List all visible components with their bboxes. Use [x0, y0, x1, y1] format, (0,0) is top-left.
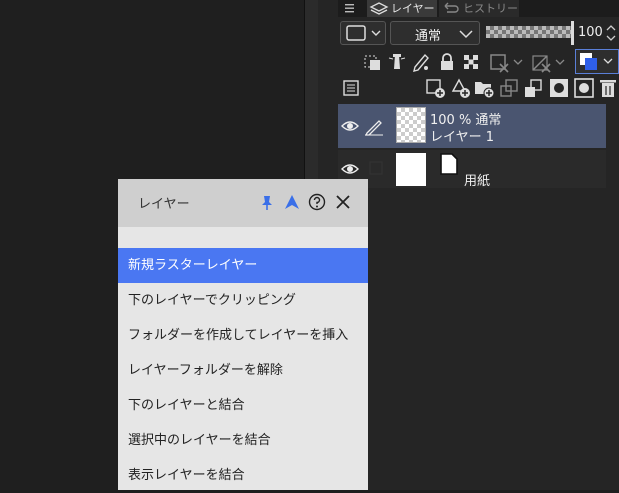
spinner-icon[interactable]	[605, 23, 617, 43]
menu-item-new-raster-layer[interactable]: 新規ラスターレイヤー	[118, 248, 368, 283]
menu-item-create-folder-insert[interactable]: フォルダーを作成してレイヤーを挿入	[118, 318, 368, 353]
tab-layer-label: レイヤー	[391, 2, 435, 15]
paper-icon	[440, 153, 458, 175]
edit-target-box[interactable]	[368, 160, 384, 176]
panel-menu-icon[interactable]	[342, 0, 356, 15]
transfer-down-icon[interactable]	[498, 77, 520, 99]
layer-context-popup: レイヤー 新規ラスターレイヤー 下のレイヤーでクリッピング フォルダーを作成して…	[118, 179, 368, 490]
new-folder-icon[interactable]	[473, 77, 495, 99]
opacity-slider-handle[interactable]	[571, 21, 574, 45]
layer-name: レイヤー 1	[430, 130, 495, 145]
layers-icon	[369, 2, 389, 15]
layer-row-paper[interactable]: 用紙	[338, 150, 606, 189]
chevron-down-icon	[459, 30, 473, 39]
menu-item-merge-visible[interactable]: 表示レイヤーを結合	[118, 458, 368, 493]
opacity-slider[interactable]	[486, 26, 574, 38]
navigation-arrow-icon[interactable]	[284, 194, 300, 210]
tab-history[interactable]: ヒストリー	[439, 0, 519, 17]
layer-property-icon[interactable]	[342, 79, 360, 97]
layer-thumbnail[interactable]	[396, 153, 426, 186]
eye-icon[interactable]	[340, 159, 360, 179]
blend-mode-dropdown[interactable]: 通常	[390, 21, 480, 45]
layer-row-selected[interactable]: 100 % 通常 レイヤー 1	[338, 104, 606, 148]
square-icon	[346, 25, 381, 41]
menu-item-merge-below[interactable]: 下のレイヤーと結合	[118, 388, 368, 423]
pencil-icon[interactable]	[364, 116, 384, 136]
lock-transparent-icon[interactable]	[460, 51, 482, 73]
menu-item-merge-selected[interactable]: 選択中のレイヤーを結合	[118, 423, 368, 458]
clip-mask-dropdown-icon[interactable]	[488, 51, 526, 73]
tab-layer[interactable]: レイヤー	[367, 0, 437, 17]
menu-item-release-folder[interactable]: レイヤーフォルダーを解除	[118, 353, 368, 388]
trash-icon[interactable]	[598, 77, 618, 99]
apply-mask-icon[interactable]	[573, 77, 595, 99]
popup-header: レイヤー	[118, 179, 368, 227]
mask-disable-dropdown-icon[interactable]	[530, 51, 568, 73]
tab-history-label: ヒストリー	[463, 2, 518, 15]
popup-title: レイヤー	[138, 197, 190, 212]
layer-thumbnail[interactable]	[396, 107, 426, 143]
merge-down-icon[interactable]	[522, 77, 544, 99]
close-icon[interactable]	[335, 194, 351, 210]
lock-icon[interactable]	[436, 51, 458, 73]
reference-layer-icon[interactable]	[362, 51, 384, 73]
history-icon	[444, 2, 459, 13]
eye-icon[interactable]	[340, 116, 360, 136]
lighthouse-icon[interactable]	[386, 51, 408, 73]
layer-color-dropdown[interactable]	[575, 49, 619, 74]
help-icon[interactable]	[308, 193, 326, 211]
menu-item-clip-to-layer-below[interactable]: 下のレイヤーでクリッピング	[118, 283, 368, 318]
draft-layer-icon[interactable]	[410, 51, 432, 73]
new-raster-layer-icon[interactable]	[424, 77, 446, 99]
layer-name: 用紙	[464, 174, 491, 189]
opacity-value[interactable]: 100	[578, 25, 603, 40]
expression-color-dropdown[interactable]	[340, 21, 386, 45]
layer-color-icon	[580, 53, 613, 70]
blend-mode-value: 通常	[415, 29, 442, 44]
create-mask-icon[interactable]	[548, 77, 570, 99]
pin-icon[interactable]	[260, 195, 274, 211]
new-vector-layer-icon[interactable]	[449, 77, 471, 99]
